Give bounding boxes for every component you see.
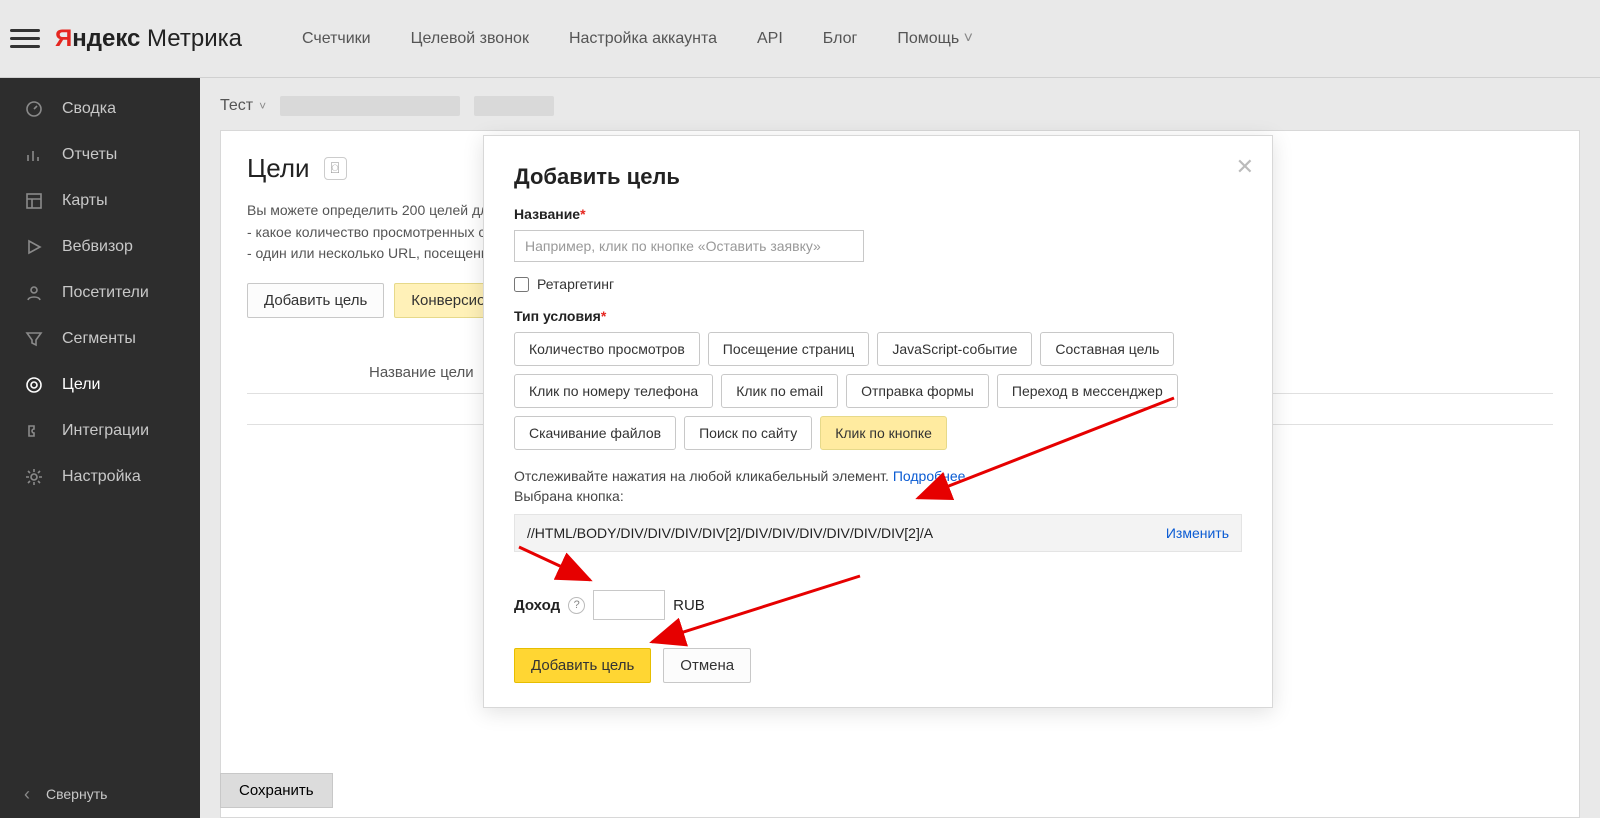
condition-js[interactable]: JavaScript-событие (877, 332, 1032, 366)
retargeting-label: Ретаргетинг (537, 276, 614, 292)
sidebar-label: Настройка (62, 468, 141, 486)
currency-label: RUB (673, 597, 705, 614)
nav-api[interactable]: API (757, 30, 783, 48)
income-label: Доход (514, 597, 560, 614)
logo[interactable]: Яндекс Метрика (55, 25, 242, 53)
nav-counters[interactable]: Счетчики (302, 30, 371, 48)
chevron-left-icon: ‹ (24, 784, 30, 805)
save-button[interactable]: Сохранить (220, 773, 333, 808)
gear-icon (24, 467, 44, 487)
xpath-value: //HTML/BODY/DIV/DIV/DIV/DIV[2]/DIV/DIV/D… (527, 525, 933, 541)
sidebar-label: Карты (62, 192, 108, 210)
user-icon (24, 283, 44, 303)
add-goal-button[interactable]: Добавить цель (247, 283, 384, 318)
sidebar-item-settings[interactable]: Настройка (0, 454, 200, 500)
condition-button-click[interactable]: Клик по кнопке (820, 416, 947, 450)
condition-phone[interactable]: Клик по номеру телефона (514, 374, 713, 408)
sidebar: Сводка Отчеты Карты Вебвизор Посетители … (0, 78, 200, 818)
redacted-block (474, 96, 554, 116)
breadcrumb-row: Тест ˅ (220, 78, 1580, 124)
chart-bar-icon (24, 145, 44, 165)
modal-add-goal-button[interactable]: Добавить цель (514, 648, 651, 683)
sidebar-collapse[interactable]: ‹ Свернуть (0, 770, 200, 818)
filter-icon (24, 329, 44, 349)
sidebar-item-segments[interactable]: Сегменты (0, 316, 200, 362)
nav-account-setup[interactable]: Настройка аккаунта (569, 30, 717, 48)
sidebar-label: Интеграции (62, 422, 149, 440)
condition-pill-group: Количество просмотров Посещение страниц … (514, 332, 1242, 450)
condition-type-label: Тип условия* (514, 308, 1242, 324)
retargeting-checkbox-row[interactable]: Ретаргетинг (514, 276, 1242, 292)
top-nav: Счетчики Целевой звонок Настройка аккаун… (302, 30, 973, 48)
layout-icon (24, 191, 44, 211)
help-icon[interactable]: ? (568, 597, 585, 614)
target-icon (24, 375, 44, 395)
sidebar-item-integrations[interactable]: Интеграции (0, 408, 200, 454)
name-label: Название* (514, 206, 1242, 222)
sidebar-label: Отчеты (62, 146, 117, 164)
sidebar-item-maps[interactable]: Карты (0, 178, 200, 224)
sidebar-collapse-label: Свернуть (46, 786, 107, 802)
book-icon[interactable]: ⌼ (324, 157, 347, 180)
sidebar-label: Сводка (62, 100, 116, 118)
puzzle-icon (24, 421, 44, 441)
goal-name-input[interactable] (514, 230, 864, 262)
add-goal-modal: ✕ Добавить цель Название* Ретаргетинг Ти… (483, 135, 1273, 708)
condition-visits[interactable]: Посещение страниц (708, 332, 870, 366)
condition-email[interactable]: Клик по email (721, 374, 838, 408)
condition-form[interactable]: Отправка формы (846, 374, 989, 408)
income-input[interactable] (593, 590, 665, 620)
sidebar-item-goals[interactable]: Цели (0, 362, 200, 408)
redacted-block (280, 96, 460, 116)
sidebar-label: Сегменты (62, 330, 136, 348)
top-header: Яндекс Метрика Счетчики Целевой звонок Н… (0, 0, 1600, 78)
condition-composite[interactable]: Составная цель (1040, 332, 1174, 366)
change-button-link[interactable]: Изменить (1166, 525, 1229, 541)
nav-blog[interactable]: Блог (823, 30, 858, 48)
modal-cancel-button[interactable]: Отмена (663, 648, 751, 683)
breadcrumb[interactable]: Тест ˅ (220, 97, 266, 115)
sidebar-item-webvisor[interactable]: Вебвизор (0, 224, 200, 270)
gauge-icon (24, 99, 44, 119)
play-icon (24, 237, 44, 257)
logo-metrica: Метрика (140, 25, 242, 52)
breadcrumb-label: Тест (220, 97, 253, 115)
close-icon[interactable]: ✕ (1236, 154, 1254, 180)
nav-help[interactable]: Помощь (897, 30, 973, 48)
logo-y: Я (55, 25, 72, 52)
sidebar-label: Цели (62, 376, 100, 394)
xpath-display: //HTML/BODY/DIV/DIV/DIV/DIV[2]/DIV/DIV/D… (514, 514, 1242, 552)
sidebar-label: Посетители (62, 284, 149, 302)
sidebar-item-reports[interactable]: Отчеты (0, 132, 200, 178)
picked-button-label: Выбрана кнопка: (514, 488, 1242, 504)
save-bar: Сохранить (220, 773, 1580, 808)
modal-title: Добавить цель (514, 164, 1242, 190)
condition-messenger[interactable]: Переход в мессенджер (997, 374, 1178, 408)
condition-download[interactable]: Скачивание файлов (514, 416, 676, 450)
condition-search[interactable]: Поиск по сайту (684, 416, 812, 450)
sidebar-label: Вебвизор (62, 238, 133, 256)
track-description: Отслеживайте нажатия на любой кликабельн… (514, 468, 1242, 484)
condition-views[interactable]: Количество просмотров (514, 332, 700, 366)
sidebar-item-summary[interactable]: Сводка (0, 86, 200, 132)
retargeting-checkbox[interactable] (514, 277, 529, 292)
page-title: Цели (247, 153, 310, 184)
hamburger-menu-icon[interactable] (10, 24, 40, 54)
learn-more-link[interactable]: Подробнее (893, 468, 966, 484)
logo-yandex: ндекс (72, 25, 140, 52)
income-row: Доход ? RUB (514, 590, 1242, 620)
chevron-down-icon: ˅ (259, 99, 266, 113)
sidebar-item-visitors[interactable]: Посетители (0, 270, 200, 316)
nav-target-call[interactable]: Целевой звонок (411, 30, 529, 48)
